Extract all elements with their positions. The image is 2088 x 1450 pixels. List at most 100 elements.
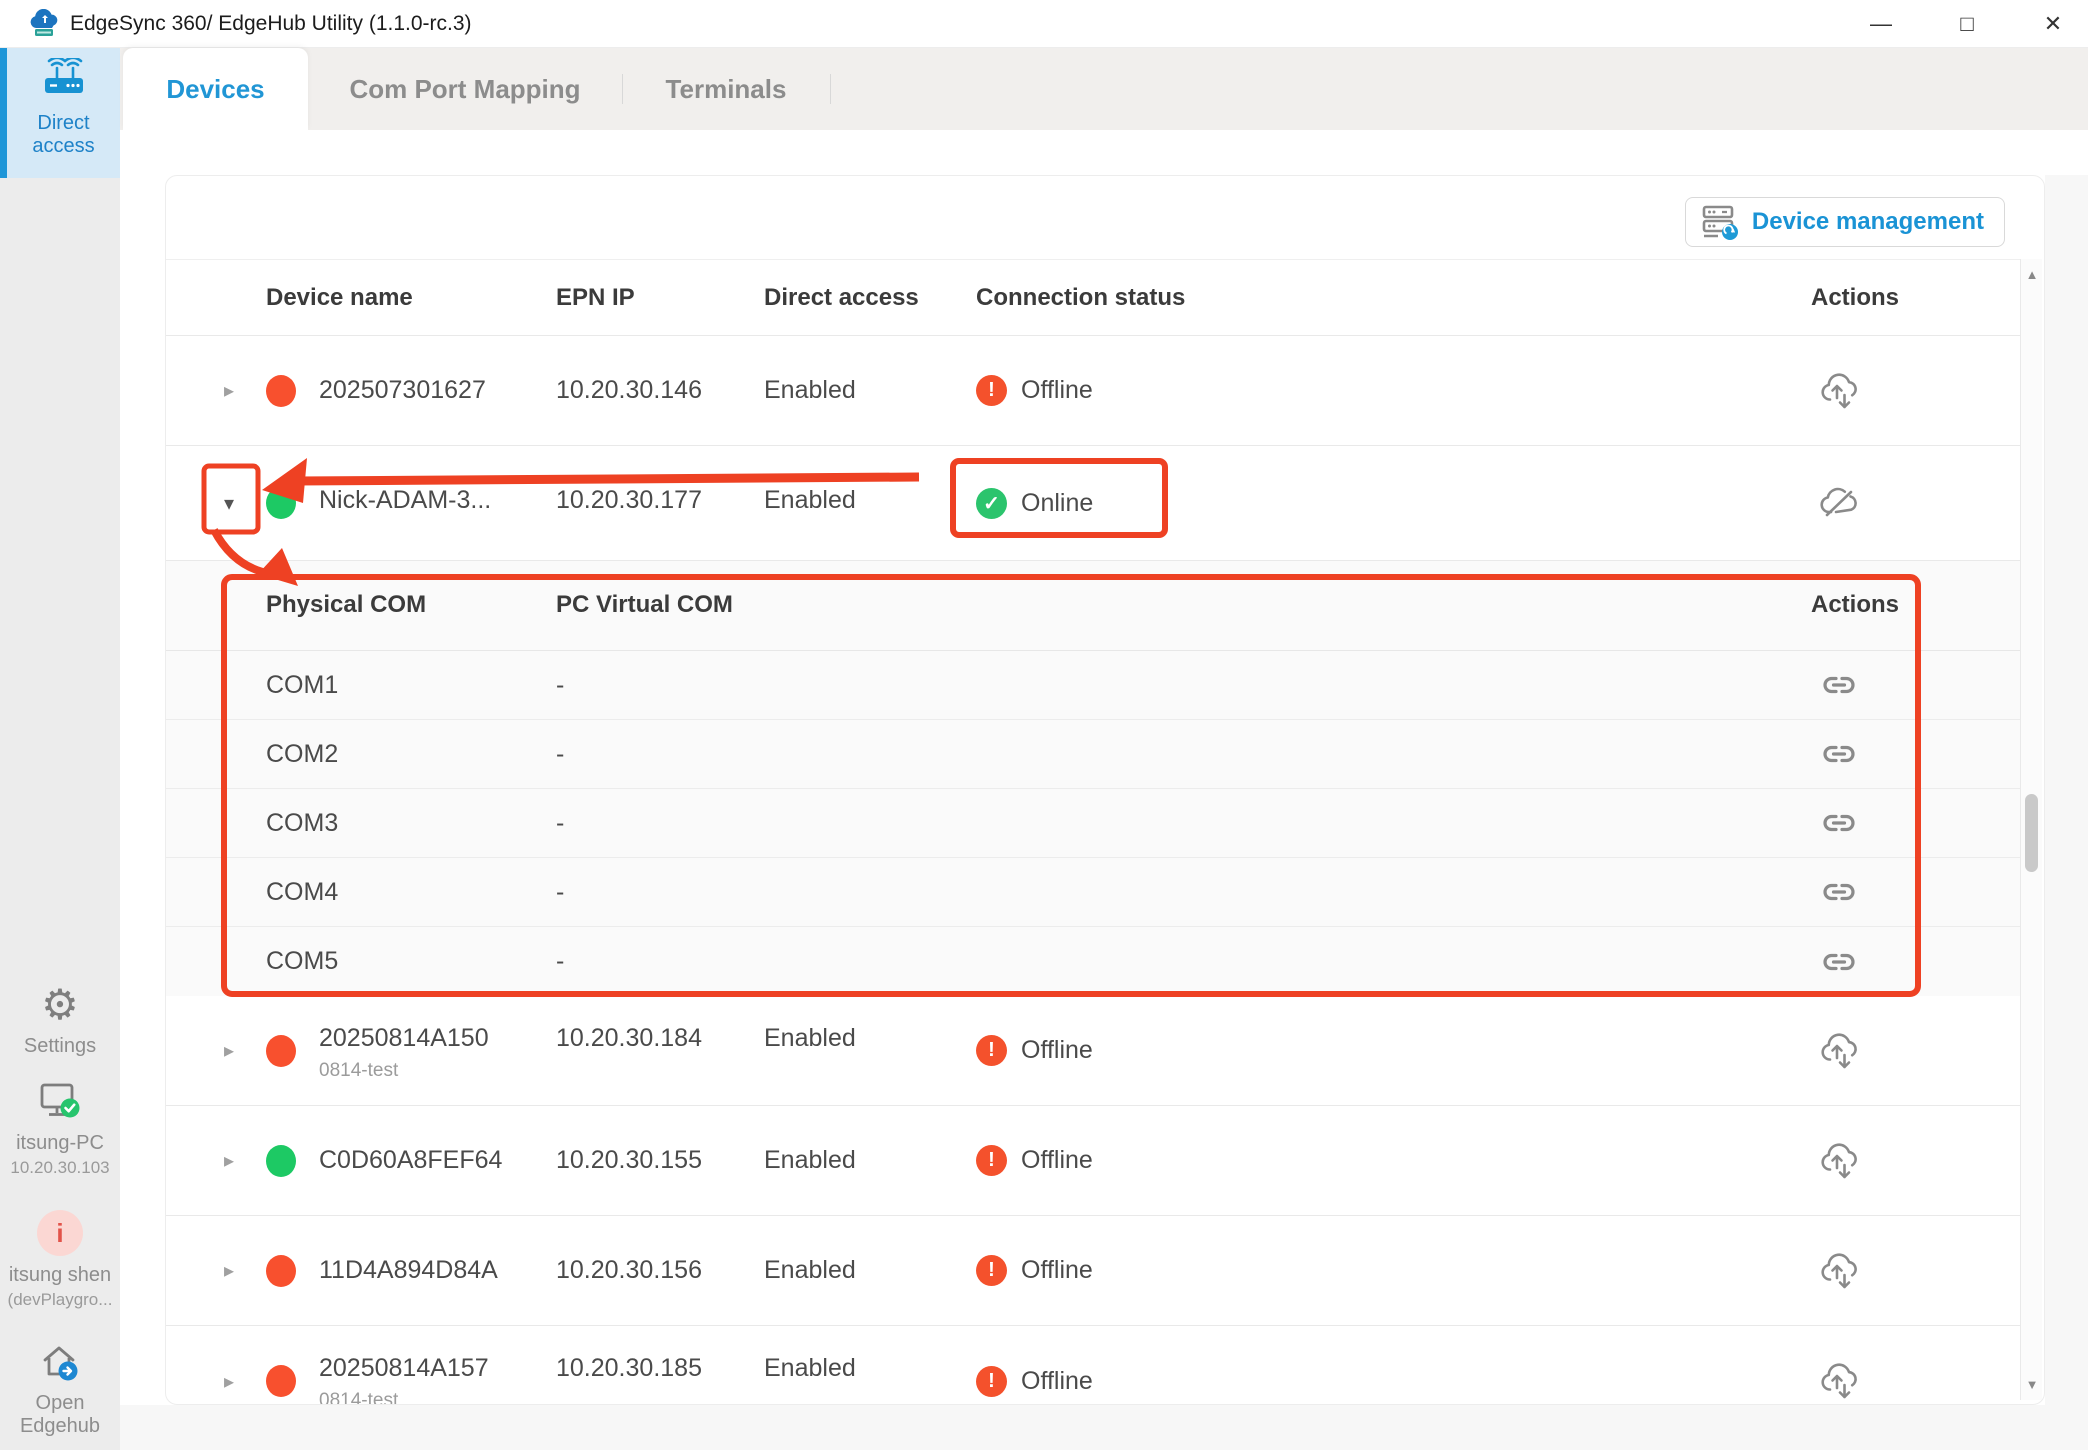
content-bottom-gutter: [120, 1405, 2088, 1450]
device-name: 202507301627: [319, 376, 486, 405]
device-ip: 10.20.30.155: [556, 1146, 702, 1175]
sidebar-item-user[interactable]: i itsung shen (devPlaygro...: [0, 1210, 120, 1310]
title-bar: EdgeSync 360/ EdgeHub Utility (1.1.0-rc.…: [0, 0, 2088, 48]
settings-label: Settings: [0, 1035, 120, 1058]
tab-separator: [830, 74, 831, 104]
device-name: 20250814A150: [319, 1024, 489, 1053]
online-icon: ✓: [976, 488, 1007, 519]
user-info-icon: i: [37, 1210, 83, 1256]
table-row: ▸ 20250814A157 0814-test 10.20.30.185 En…: [166, 1326, 2020, 1405]
minimize-button[interactable]: —: [1864, 11, 1898, 37]
device-name: 11D4A894D84A: [319, 1256, 498, 1285]
device-name: 20250814A157: [319, 1354, 489, 1383]
maximize-button[interactable]: □: [1950, 11, 1984, 37]
device-table-card: Device management Device name EPN IP Dir…: [165, 175, 2045, 1405]
device-management-button[interactable]: Device management: [1685, 197, 2005, 247]
gear-icon: ⚙: [41, 983, 79, 1027]
vertical-scrollbar[interactable]: ▲ ▼: [2020, 259, 2042, 1400]
user-name: itsung shen: [0, 1264, 120, 1287]
table-row-expanded: ▾ Nick-ADAM-3... 10.20.30.177 Enabled ✓ …: [166, 446, 2020, 561]
main-area: Devices Com Port Mapping Terminals: [120, 48, 2088, 1450]
physical-com: COM2: [266, 740, 338, 769]
tab-devices[interactable]: Devices: [123, 48, 308, 130]
physical-com: COM3: [266, 809, 338, 838]
status-text: Offline: [1021, 1036, 1093, 1065]
sidebar-item-open-edgehub[interactable]: Open Edgehub: [0, 1340, 120, 1438]
link-icon[interactable]: [1816, 927, 1862, 996]
device-ip: 10.20.30.156: [556, 1256, 702, 1285]
offline-icon: !: [976, 1255, 1007, 1286]
link-icon[interactable]: [1816, 858, 1862, 926]
cloud-off-icon[interactable]: [1816, 446, 1862, 560]
device-ip: 10.20.30.185: [556, 1354, 702, 1383]
scroll-down-icon[interactable]: ▼: [2021, 1377, 2043, 1392]
collapse-arrow-icon[interactable]: ▾: [216, 446, 242, 560]
link-icon[interactable]: [1816, 651, 1862, 719]
col-com-actions: Actions: [1811, 591, 1899, 619]
tab-terminals[interactable]: Terminals: [622, 48, 830, 130]
com-row: COM1 -: [166, 651, 2020, 720]
active-item-indicator: [0, 48, 7, 178]
pc-name: itsung-PC: [0, 1132, 120, 1155]
user-org: (devPlaygro...: [0, 1290, 120, 1310]
content-area: Device management Device name EPN IP Dir…: [120, 130, 2088, 1450]
virtual-com: -: [556, 878, 564, 907]
connection-status: ✓ Online: [976, 446, 1093, 560]
table-header: Device name EPN IP Direct access Connect…: [166, 259, 2020, 336]
device-ip: 10.20.30.146: [556, 376, 702, 405]
col-connection-status: Connection status: [976, 284, 1185, 312]
table-row: ▸ C0D60A8FEF64 10.20.30.155 Enabled ! Of…: [166, 1106, 2020, 1216]
sidebar-item-direct-access[interactable]: Direct access: [7, 48, 120, 178]
offline-icon: !: [976, 1035, 1007, 1066]
close-button[interactable]: ✕: [2036, 11, 2070, 37]
link-icon[interactable]: [1816, 720, 1862, 788]
direct-access-value: Enabled: [764, 1146, 856, 1175]
cloud-sync-icon[interactable]: [1816, 1326, 1862, 1405]
expand-arrow-icon[interactable]: ▸: [216, 1216, 242, 1325]
cloud-sync-icon[interactable]: [1816, 1216, 1862, 1325]
virtual-com: -: [556, 809, 564, 838]
device-status-dot: [266, 1365, 296, 1397]
device-name: Nick-ADAM-3...: [319, 486, 491, 515]
expand-arrow-icon[interactable]: ▸: [216, 1326, 242, 1405]
device-subtitle: 0814-test: [319, 1060, 398, 1082]
virtual-com: -: [556, 947, 564, 976]
device-status-dot: [266, 1145, 296, 1177]
expand-arrow-icon[interactable]: ▸: [216, 1106, 242, 1215]
cloud-sync-icon[interactable]: [1816, 1106, 1862, 1215]
col-pc-virtual-com: PC Virtual COM: [556, 591, 733, 619]
cloud-sync-icon[interactable]: [1816, 336, 1862, 445]
device-subtitle: 0814-test: [319, 1390, 398, 1405]
sidebar: Direct access ⚙ Settings itsung-PC 10.20…: [0, 48, 120, 1450]
expand-arrow-icon[interactable]: ▸: [216, 996, 242, 1105]
scroll-up-icon[interactable]: ▲: [2021, 267, 2043, 282]
direct-access-label-2: access: [7, 135, 120, 158]
virtual-com: -: [556, 740, 564, 769]
physical-com: COM5: [266, 947, 338, 976]
connection-status: ! Offline: [976, 1106, 1093, 1215]
device-status-dot: [266, 487, 296, 519]
scrollbar-thumb[interactable]: [2025, 794, 2038, 872]
pc-ip: 10.20.30.103: [0, 1158, 120, 1178]
com-row: COM2 -: [166, 720, 2020, 789]
com-row: COM3 -: [166, 789, 2020, 858]
offline-icon: !: [976, 375, 1007, 406]
status-text: Online: [1021, 489, 1093, 518]
sidebar-item-settings[interactable]: ⚙ Settings: [0, 983, 120, 1058]
col-device-name: Device name: [266, 284, 413, 312]
col-epn-ip: EPN IP: [556, 284, 635, 312]
connection-status: ! Offline: [976, 1326, 1093, 1405]
cloud-sync-icon[interactable]: [1816, 996, 1862, 1105]
tab-com-port-mapping[interactable]: Com Port Mapping: [308, 48, 622, 130]
expand-arrow-icon[interactable]: ▸: [216, 336, 242, 445]
device-management-label: Device management: [1752, 208, 1984, 236]
sidebar-item-pc[interactable]: itsung-PC 10.20.30.103: [0, 1080, 120, 1178]
home-launch-icon: [35, 1340, 85, 1384]
device-status-dot: [266, 1255, 296, 1287]
link-icon[interactable]: [1816, 789, 1862, 857]
com-mapping-section: Physical COM PC Virtual COM Actions COM1…: [166, 561, 2020, 996]
direct-access-label-1: Direct: [7, 112, 120, 135]
table-row: ▸ 20250814A150 0814-test 10.20.30.184 En…: [166, 996, 2020, 1106]
direct-access-value: Enabled: [764, 486, 856, 515]
connection-status: ! Offline: [976, 996, 1093, 1105]
